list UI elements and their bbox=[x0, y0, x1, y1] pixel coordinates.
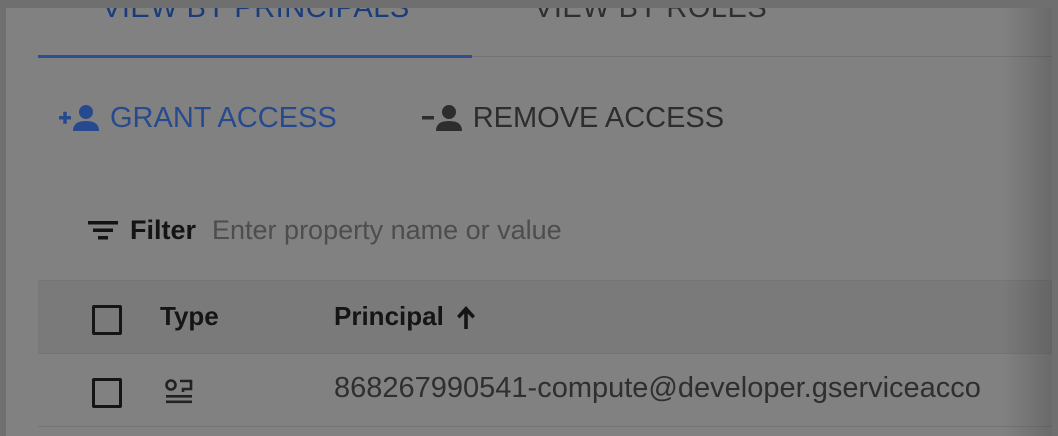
remove-access-button[interactable]: Remove access bbox=[421, 102, 724, 135]
service-account-icon bbox=[164, 378, 194, 406]
tab-bar: View by principals View by roles bbox=[38, 8, 1052, 58]
column-header-type: Type bbox=[160, 301, 219, 331]
arrow-up-icon bbox=[454, 303, 478, 331]
tab-view-by-roles-label: View by roles bbox=[534, 8, 768, 24]
tab-view-by-principals[interactable]: View by principals bbox=[102, 8, 410, 54]
select-all-checkbox[interactable] bbox=[92, 305, 122, 335]
grant-access-button[interactable]: Grant access bbox=[58, 102, 337, 135]
filter-input[interactable] bbox=[212, 214, 813, 246]
action-bar: Grant access Remove access bbox=[58, 96, 724, 140]
column-header-principal-label: Principal bbox=[334, 301, 444, 331]
column-header-principal[interactable]: Principal bbox=[334, 301, 478, 332]
person-add-icon bbox=[58, 103, 102, 133]
filter-list-icon bbox=[86, 217, 120, 243]
row-checkbox[interactable] bbox=[92, 378, 122, 408]
screen: View by principals View by roles Grant a… bbox=[0, 0, 1058, 436]
grant-access-label: Grant access bbox=[110, 101, 337, 134]
tab-view-by-principals-label: View by principals bbox=[102, 8, 410, 24]
table-header-row: Type Principal bbox=[38, 280, 1052, 354]
active-tab-indicator bbox=[38, 55, 472, 58]
principals-table: Type Principal 868267990541-compute@deve… bbox=[38, 280, 1052, 427]
iam-permissions-panel: View by principals View by roles Grant a… bbox=[6, 8, 1052, 436]
person-remove-icon bbox=[421, 103, 465, 133]
filter-label: Filter bbox=[130, 214, 197, 245]
table-row[interactable]: 868267990541-compute@developer.gservicea… bbox=[38, 354, 1052, 427]
remove-access-label: Remove access bbox=[472, 101, 725, 134]
filter-bar: Filter bbox=[86, 208, 813, 252]
principal-email: 868267990541-compute@developer.gservicea… bbox=[334, 372, 981, 404]
tab-view-by-roles[interactable]: View by roles bbox=[534, 8, 767, 54]
